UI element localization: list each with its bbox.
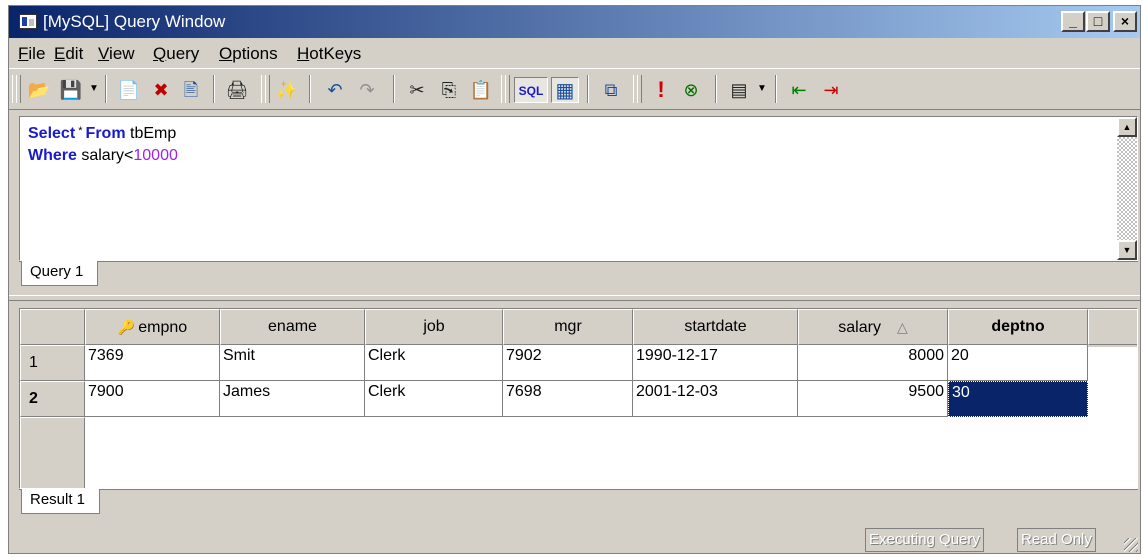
print-icon[interactable]: 🖨 — [223, 77, 251, 103]
toolbar-grip[interactable] — [16, 75, 21, 103]
table-cell[interactable]: 2001-12-03 — [633, 381, 798, 417]
row-header-2[interactable]: 2 — [20, 381, 85, 417]
paste-icon[interactable]: 📋 — [467, 77, 495, 103]
scroll-up-icon[interactable]: ▲ — [1117, 117, 1137, 137]
table-cell[interactable]: 7902 — [503, 345, 633, 381]
save-dropdown-icon[interactable]: ▼ — [89, 83, 99, 94]
table-cell[interactable]: Clerk — [365, 345, 503, 381]
sql-keyword: Select — [28, 125, 76, 142]
new-query-icon[interactable]: 📄 — [115, 77, 143, 103]
sql-condition: salary< — [76, 147, 134, 164]
primary-key-icon: 🔑 — [117, 319, 136, 335]
close-button[interactable]: × — [1113, 11, 1137, 32]
table-cell[interactable]: 7369 — [85, 345, 220, 381]
sort-ascending-icon[interactable]: △ — [897, 310, 908, 344]
toolbar-separator — [393, 75, 395, 103]
toolbar-separator — [105, 75, 107, 103]
status-executing-query: Executing Query — [865, 528, 984, 552]
sql-keyword: From — [85, 125, 126, 142]
query-window: [MySQL] Query Window _ □ × File Edit Vie… — [8, 5, 1141, 554]
column-header-filler — [1088, 309, 1137, 345]
title-bar[interactable]: [MySQL] Query Window _ □ × — [9, 6, 1140, 38]
menu-options[interactable]: Options — [219, 44, 278, 64]
status-read-only: Read Only — [1017, 528, 1096, 552]
column-header-deptno[interactable]: deptno — [948, 309, 1088, 345]
menu-hotkeys[interactable]: HotKeys — [297, 44, 361, 64]
redo-icon[interactable]: ↷ — [353, 77, 381, 103]
toolbar-grip[interactable] — [265, 75, 270, 103]
row-header-1[interactable]: 1 — [20, 345, 85, 381]
query-line-1: Select * From tbEmp — [28, 125, 176, 143]
mysql-app-icon — [19, 14, 37, 29]
minimize-button[interactable]: _ — [1061, 11, 1085, 32]
undo-icon[interactable]: ↶ — [321, 77, 349, 103]
import-icon[interactable]: ⇤ — [785, 77, 813, 103]
query-tab-strip — [19, 261, 1138, 262]
table-cell[interactable]: 8000 — [798, 345, 948, 381]
scroll-down-icon[interactable]: ▼ — [1117, 240, 1137, 260]
row-header-empty — [20, 417, 85, 488]
copy-icon[interactable]: ⎘ — [435, 77, 463, 103]
query-line-2: Where salary<10000 — [28, 147, 178, 165]
save-icon[interactable]: 💾 — [57, 77, 85, 103]
table-cell[interactable]: 7900 — [85, 381, 220, 417]
query-editor[interactable]: Select * From tbEmp Where salary<10000 ▲… — [19, 116, 1138, 261]
result-grid[interactable]: 🔑 empno ename job mgr startdate salary △ d… — [19, 308, 1138, 489]
menu-view[interactable]: View — [98, 44, 135, 64]
sql-keyword: Where — [28, 147, 77, 164]
sql-view-icon[interactable]: SQL — [514, 77, 548, 103]
cancel-query-icon[interactable]: ⊗ — [677, 77, 705, 103]
toolbar: 📂 💾 ▼ 📄 ✖ 🖹 🖨 ✨ ↶ ↷ ✂ ⎘ 📋 SQL ▦ ⧉ ! ⊗ ▤ … — [9, 68, 1140, 110]
layout-dropdown-icon[interactable]: ▼ — [757, 83, 767, 94]
toolbar-separator — [715, 75, 717, 103]
grid-view-icon[interactable]: ▦ — [551, 77, 579, 103]
export-icon[interactable]: ⇥ — [817, 77, 845, 103]
results-icon[interactable]: ⧉ — [597, 77, 625, 103]
tab-result-1[interactable]: Result 1 — [21, 489, 101, 514]
result-tab-strip — [19, 489, 1138, 490]
cut-icon[interactable]: ✂ — [403, 77, 431, 103]
toolbar-separator — [587, 75, 589, 103]
selected-table-cell[interactable]: 30 — [948, 381, 1088, 417]
column-header-mgr[interactable]: mgr — [503, 309, 633, 345]
layout-icon[interactable]: ▤ — [725, 77, 753, 103]
grid-corner[interactable] — [20, 309, 85, 345]
table-cell[interactable]: Smit — [220, 345, 365, 381]
sql-table-name: tbEmp — [125, 125, 177, 142]
column-header-salary[interactable]: salary △ — [798, 309, 948, 345]
open-icon[interactable]: 📂 — [25, 77, 53, 103]
tab-query-1[interactable]: Query 1 — [21, 261, 99, 286]
column-header-ename[interactable]: ename — [220, 309, 365, 345]
column-header-job[interactable]: job — [365, 309, 503, 345]
table-cell[interactable]: 20 — [948, 345, 1088, 381]
toolbar-separator — [213, 75, 215, 103]
pane-splitter[interactable] — [9, 295, 1140, 301]
menu-file[interactable]: File — [18, 44, 45, 64]
menu-bar: File Edit View Query Options HotKeys — [9, 38, 1140, 68]
column-header-startdate[interactable]: startdate — [633, 309, 798, 345]
menu-edit[interactable]: Edit — [54, 44, 83, 64]
table-cell[interactable]: 1990-12-17 — [633, 345, 798, 381]
status-bar: Executing Query Read Only — [9, 518, 1140, 553]
table-cell[interactable]: James — [220, 381, 365, 417]
menu-query[interactable]: Query — [153, 44, 199, 64]
table-cell[interactable]: 7698 — [503, 381, 633, 417]
window-title: [MySQL] Query Window — [43, 12, 226, 31]
table-cell[interactable]: Clerk — [365, 381, 503, 417]
refresh-icon[interactable]: 🖹 — [177, 77, 205, 103]
toolbar-separator — [775, 75, 777, 103]
resize-grip[interactable] — [1124, 538, 1138, 552]
execute-icon[interactable]: ! — [647, 77, 675, 103]
sql-star: * — [75, 125, 86, 137]
table-cell[interactable]: 9500 — [798, 381, 948, 417]
query-scrollbar[interactable]: ▲ ▼ — [1117, 117, 1137, 260]
delete-icon[interactable]: ✖ — [147, 77, 175, 103]
sql-number: 10000 — [133, 147, 178, 164]
toolbar-separator — [309, 75, 311, 103]
toolbar-grip[interactable] — [637, 75, 642, 103]
column-header-empno[interactable]: 🔑 empno — [85, 309, 220, 345]
toolbar-grip[interactable] — [505, 75, 510, 103]
maximize-button[interactable]: □ — [1086, 11, 1110, 32]
magic-wand-icon[interactable]: ✨ — [273, 77, 301, 103]
